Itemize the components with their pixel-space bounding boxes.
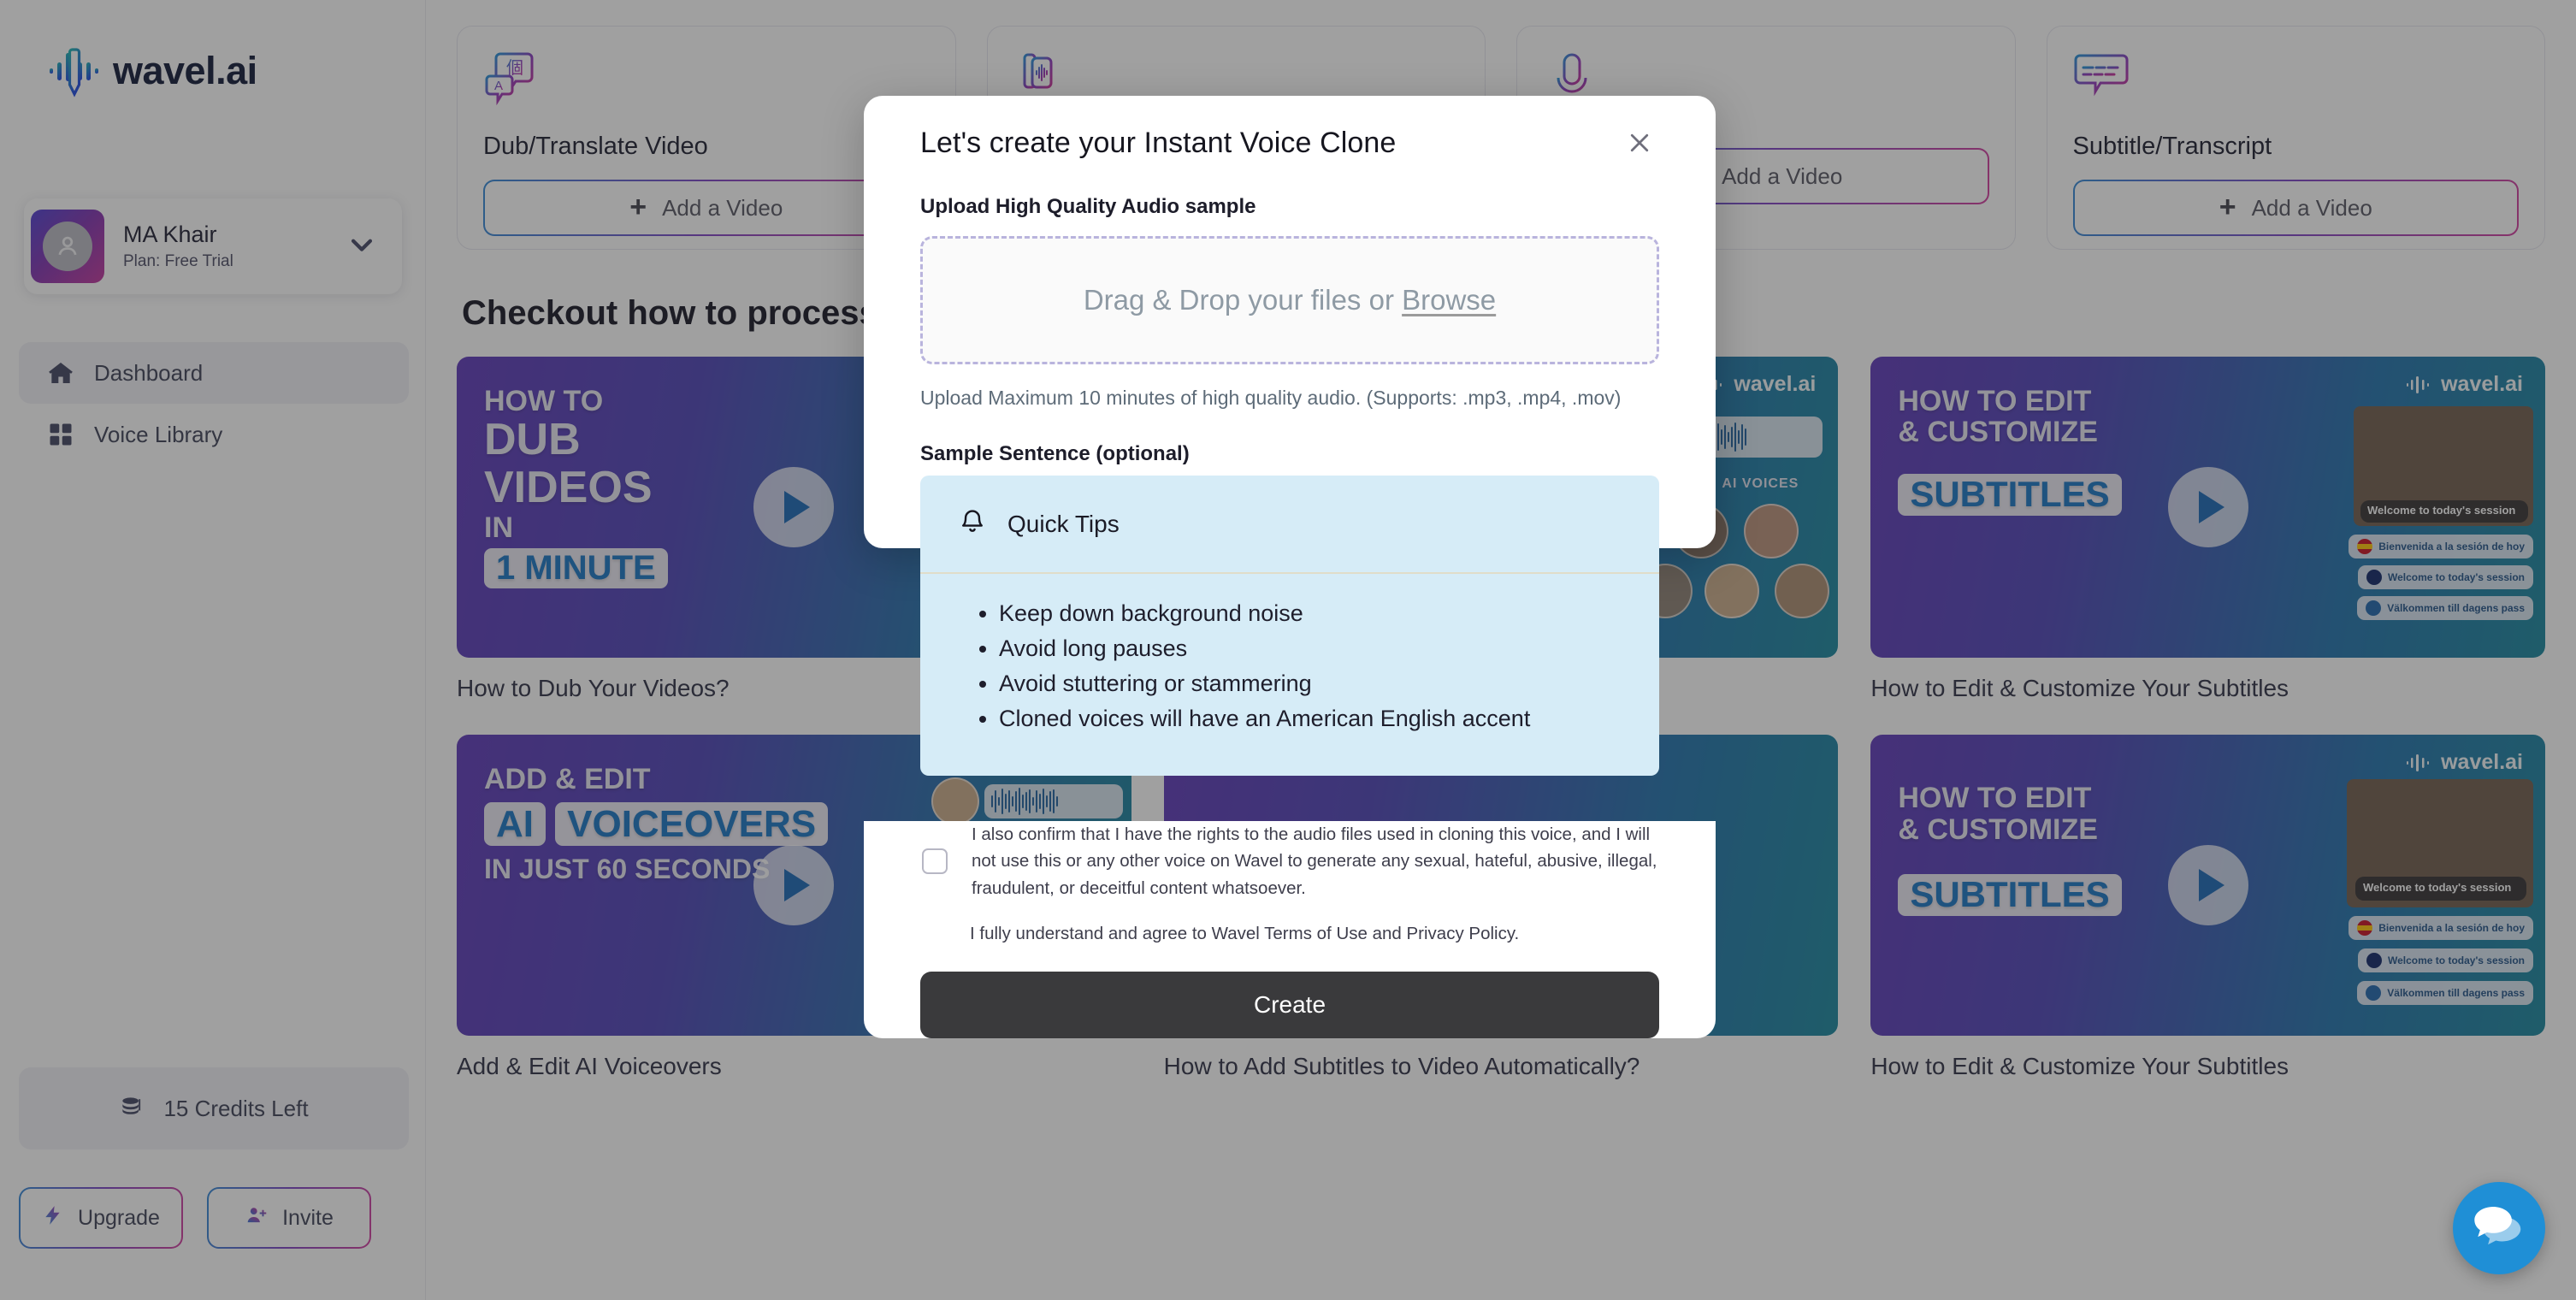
quick-tips-title: Quick Tips (1007, 510, 1120, 537)
quick-tips-panel: Quick Tips Keep down background noise Av… (920, 476, 1659, 777)
quick-tips-list: Keep down background noise Avoid long pa… (920, 574, 1659, 776)
modal-footer: I also confirm that I have the rights to… (864, 821, 1716, 1039)
chat-bubbles-icon (2473, 1202, 2526, 1255)
modal-header: Let's create your Instant Voice Clone (920, 127, 1659, 162)
tip-item: Keep down background noise (999, 596, 1659, 631)
file-dropzone[interactable]: Drag & Drop your files or Browse (920, 236, 1659, 364)
upload-hint: Upload Maximum 10 minutes of high qualit… (920, 387, 1622, 409)
dropzone-prompt: Drag & Drop your files or (1083, 284, 1403, 316)
dropzone-text: Drag & Drop your files or Browse (1084, 284, 1496, 316)
tip-item: Avoid long pauses (999, 631, 1659, 666)
quick-tips-header: Quick Tips (920, 476, 1659, 574)
upload-label: Upload High Quality Audio sample (920, 195, 1256, 218)
consent-checkbox[interactable] (922, 848, 948, 875)
sample-sentence-label: Sample Sentence (optional) (920, 442, 1190, 465)
tip-item: Avoid stuttering or stammering (999, 666, 1659, 701)
modal-lower: Quick Tips Keep down background noise Av… (864, 476, 1716, 1072)
consent-row: I also confirm that I have the rights to… (920, 821, 1659, 901)
app-root: wavel.ai MA Khair Plan: Free Trial Dashb… (0, 0, 2576, 1300)
page-title: Let's create your Instant Voice Clone (920, 127, 1397, 159)
consent-text: I also confirm that I have the rights to… (972, 824, 1657, 898)
chat-widget-button[interactable] (2453, 1182, 2545, 1274)
browse-link[interactable]: Browse (1402, 284, 1496, 316)
close-icon[interactable] (1620, 123, 1659, 162)
tip-item: Cloned voices will have an American Engl… (999, 701, 1659, 736)
agree-text: I fully understand and agree to Wavel Te… (970, 924, 1520, 944)
bell-icon (958, 507, 987, 541)
create-button[interactable]: Create (920, 972, 1659, 1039)
